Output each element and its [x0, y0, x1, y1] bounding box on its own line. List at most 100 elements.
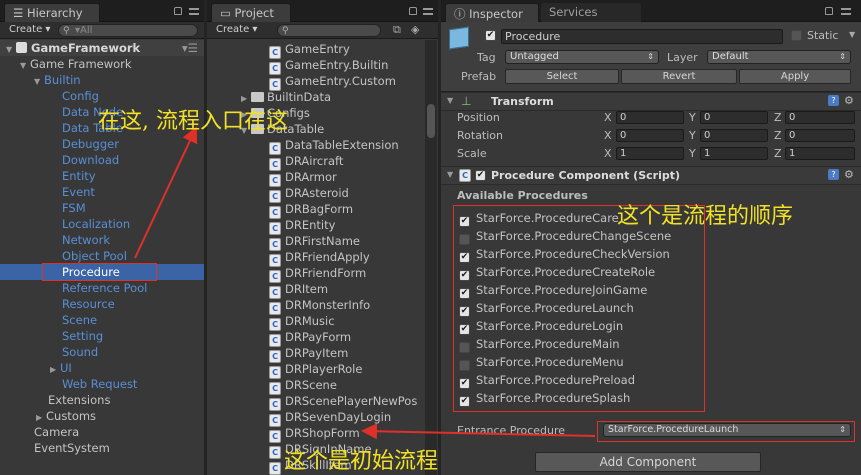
hierarchy-item-network[interactable]: Network	[0, 232, 204, 248]
hierarchy-item-resource[interactable]: Resource	[0, 296, 204, 312]
script-item[interactable]: C DRMonsterInfo	[207, 297, 438, 315]
lock-icon[interactable]	[409, 7, 417, 15]
hierarchy-item-ui[interactable]: ▶ UI	[0, 360, 204, 376]
script-item[interactable]: C DRAsteroid	[207, 185, 438, 203]
project-scrollbar[interactable]	[425, 40, 437, 475]
hierarchy-item-entity[interactable]: Entity	[0, 168, 204, 184]
create-button[interactable]: Create ▾	[210, 23, 263, 38]
project-search-input[interactable]: ⚲	[277, 24, 381, 37]
panel-menu-icon[interactable]	[841, 8, 851, 15]
tab-inspector[interactable]: ⓘ Inspector	[445, 3, 539, 22]
lock-icon[interactable]	[174, 7, 182, 15]
active-checkbox[interactable]: ✔	[485, 30, 496, 41]
script-item[interactable]: C DRItem	[207, 281, 438, 299]
procedure-item[interactable]: ✔ StarForce.ProcedureLogin	[459, 318, 709, 335]
hierarchy-item-game-framework[interactable]: ▼ Game Framework	[0, 56, 204, 72]
script-item[interactable]: C DRMusic	[207, 313, 438, 331]
hierarchy-item-config[interactable]: Config	[0, 88, 204, 104]
procedure-checkbox[interactable]: ✔	[459, 360, 470, 371]
tab-project[interactable]: ▭ Project	[211, 3, 291, 22]
procedure-item[interactable]: ✔ StarForce.ProcedureSplash	[459, 390, 709, 407]
component-enabled-checkbox[interactable]: ✔	[475, 170, 486, 181]
procedure-item[interactable]: ✔ StarForce.ProcedureLaunch	[459, 300, 709, 317]
scale-x-field[interactable]: 1	[616, 147, 684, 160]
rotation-z-field[interactable]: 0	[785, 129, 855, 142]
script-item[interactable]: C DRShopForm	[207, 425, 438, 443]
hierarchy-item-debugger[interactable]: Debugger	[0, 136, 204, 152]
rotation-x-field[interactable]: 0	[616, 129, 684, 142]
transform-header[interactable]: ▼ ⊥ Transform ? ⚙	[441, 92, 861, 111]
script-item[interactable]: C GameEntry.Builtin	[207, 57, 438, 75]
procedure-item[interactable]: ✔ StarForce.ProcedureJoinGame	[459, 282, 709, 299]
script-item[interactable]: C DRScene	[207, 377, 438, 395]
hierarchy-item-eventsystem[interactable]: EventSystem	[0, 440, 204, 456]
script-item[interactable]: C DRArmor	[207, 169, 438, 187]
create-button[interactable]: Create ▾	[3, 23, 56, 38]
filter-type-icon[interactable]: ⧉	[393, 23, 401, 37]
procedure-item[interactable]: ✔StarForce.ProcedureMenu	[459, 354, 709, 371]
gear-icon[interactable]: ⚙	[844, 94, 854, 107]
procedure-checkbox[interactable]: ✔	[459, 396, 470, 407]
hierarchy-item-download[interactable]: Download	[0, 152, 204, 168]
script-item[interactable]: C DRBagForm	[207, 201, 438, 219]
procedure-item[interactable]: ✔ StarForce.ProcedureCreateRole	[459, 264, 709, 281]
position-x-field[interactable]: 0	[616, 111, 684, 124]
procedure-checkbox[interactable]: ✔	[459, 324, 470, 335]
help-icon[interactable]: ?	[828, 169, 839, 180]
static-checkbox[interactable]	[791, 30, 802, 41]
hierarchy-item-setting[interactable]: Setting	[0, 328, 204, 344]
scene-menu-icon[interactable]: ▾☰	[182, 40, 198, 56]
hierarchy-item-extensions[interactable]: Extensions	[0, 392, 204, 408]
script-item[interactable]: C GameEntry.Custom	[207, 73, 438, 91]
hierarchy-item-customs[interactable]: ▶ Customs	[0, 408, 204, 424]
filter-label-icon[interactable]: ◈	[411, 23, 419, 36]
gear-icon[interactable]: ⚙	[844, 168, 854, 181]
scene-root[interactable]: ▼ GameFramework ▾☰	[0, 40, 204, 56]
help-icon[interactable]: ?	[828, 95, 839, 106]
hierarchy-item-scene[interactable]: Scene	[0, 312, 204, 328]
hierarchy-item-reference-pool[interactable]: Reference Pool	[0, 280, 204, 296]
scale-z-field[interactable]: 1	[785, 147, 855, 160]
hierarchy-item-sound[interactable]: Sound	[0, 344, 204, 360]
lock-icon[interactable]	[825, 7, 833, 15]
procedure-component-header[interactable]: ▼ C ✔ Procedure Component (Script) ? ⚙	[441, 166, 861, 185]
prefab-apply-button[interactable]: Apply	[739, 69, 851, 84]
hierarchy-item-camera[interactable]: Camera	[0, 424, 204, 440]
hierarchy-item-builtin[interactable]: ▼ Builtin	[0, 72, 204, 88]
project-scroll-thumb[interactable]	[427, 104, 435, 138]
procedure-checkbox[interactable]: ✔	[459, 378, 470, 389]
procedure-checkbox[interactable]: ✔	[459, 342, 470, 353]
layer-dropdown[interactable]: Default ⇕	[707, 50, 851, 64]
script-item[interactable]: C DRPayItem	[207, 345, 438, 363]
procedure-checkbox[interactable]: ✔	[459, 288, 470, 299]
hierarchy-item-fsm[interactable]: FSM	[0, 200, 204, 216]
procedure-checkbox[interactable]: ✔	[459, 270, 470, 281]
procedure-item[interactable]: ✔StarForce.ProcedureChangeScene	[459, 228, 709, 245]
hierarchy-search-input[interactable]: ⚲ ▾All	[58, 24, 198, 37]
script-item[interactable]: C DRPayForm	[207, 329, 438, 347]
dropdown-arrow-icon[interactable]: ▼	[849, 30, 855, 39]
script-item[interactable]: C GameEntry	[207, 41, 438, 59]
script-item[interactable]: C DRFirstName	[207, 233, 438, 251]
hierarchy-item-procedure[interactable]: Procedure	[0, 264, 204, 280]
hierarchy-item-localization[interactable]: Localization	[0, 216, 204, 232]
procedure-checkbox[interactable]: ✔	[459, 306, 470, 317]
fold-arrow-icon[interactable]: ▼	[447, 170, 457, 179]
hierarchy-item-web-request[interactable]: Web Request	[0, 376, 204, 392]
hierarchy-item-event[interactable]: Event	[0, 184, 204, 200]
fold-arrow-icon[interactable]: ▼	[447, 96, 457, 105]
procedure-item[interactable]: ✔ StarForce.ProcedureCheckVersion	[459, 246, 709, 263]
script-item[interactable]: C DRPlayerRole	[207, 361, 438, 379]
procedure-item[interactable]: ✔ StarForce.ProcedurePreload	[459, 372, 709, 389]
entrance-procedure-dropdown[interactable]: StarForce.ProcedureLaunch ⇕	[603, 423, 851, 437]
position-z-field[interactable]: 0	[785, 111, 855, 124]
tag-dropdown[interactable]: Untagged ⇕	[505, 50, 659, 64]
prefab-revert-button[interactable]: Revert	[621, 69, 737, 84]
position-y-field[interactable]: 0	[700, 111, 768, 124]
script-item[interactable]: C DataTableExtension	[207, 137, 438, 155]
script-item[interactable]: C DRFriendApply	[207, 249, 438, 267]
procedure-checkbox[interactable]: ✔	[459, 216, 470, 227]
script-item[interactable]: C DREntity	[207, 217, 438, 235]
tab-hierarchy[interactable]: ☰ Hierarchy	[4, 3, 100, 22]
procedure-item[interactable]: ✔StarForce.ProcedureMain	[459, 336, 709, 353]
